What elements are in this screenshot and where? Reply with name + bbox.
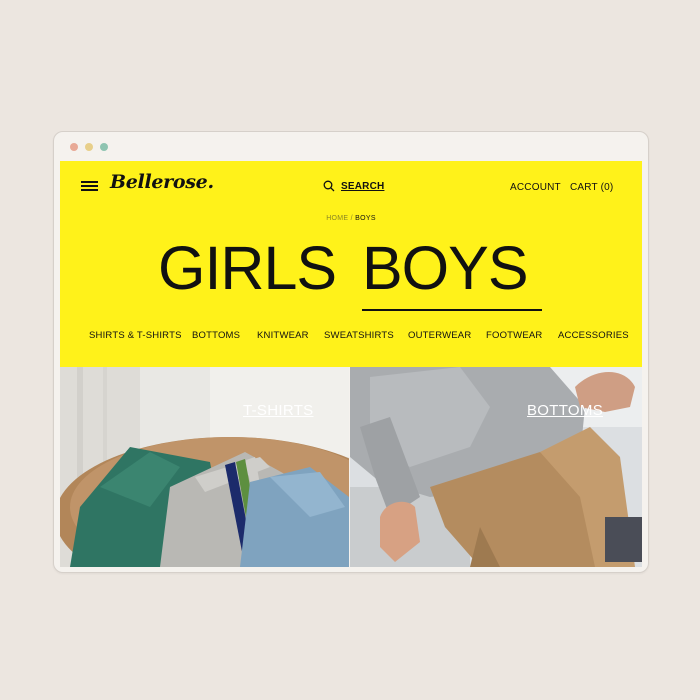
breadcrumb: HOME / BOYS — [60, 215, 642, 222]
menu-icon[interactable] — [81, 181, 98, 191]
tile-tshirts-label[interactable]: T-SHIRTS — [243, 402, 313, 419]
tab-girls[interactable]: GIRLS — [158, 233, 337, 303]
maximize-dot[interactable] — [100, 143, 108, 151]
breadcrumb-current: BOYS — [355, 215, 376, 222]
tshirts-photo — [60, 367, 349, 567]
breadcrumb-home[interactable]: HOME — [326, 215, 348, 222]
category-sweatshirts[interactable]: SWEATSHIRTS — [324, 330, 394, 341]
active-tab-underline — [362, 309, 542, 311]
category-accessories[interactable]: ACCESSORIES — [558, 330, 629, 341]
tile-tshirts[interactable]: T-SHIRTS — [60, 367, 349, 567]
brand-logo[interactable]: Bellerose. — [110, 171, 214, 193]
search-icon — [323, 180, 335, 192]
category-bottoms[interactable]: BOTTOMS — [192, 330, 240, 341]
category-outerwear[interactable]: OUTERWEAR — [408, 330, 471, 341]
account-link[interactable]: ACCOUNT — [510, 182, 561, 193]
close-dot[interactable] — [70, 143, 78, 151]
category-footwear[interactable]: FOOTWEAR — [486, 330, 543, 341]
browser-chrome — [54, 132, 648, 161]
minimize-dot[interactable] — [85, 143, 93, 151]
category-knitwear[interactable]: KNITWEAR — [257, 330, 309, 341]
tile-bottoms[interactable]: BOTTOMS — [350, 367, 642, 567]
website: Bellerose. SEARCH ACCOUNT CART (0) HOME … — [60, 161, 642, 567]
search-link[interactable]: SEARCH — [323, 180, 384, 192]
search-label: SEARCH — [341, 180, 385, 192]
hero-header: Bellerose. SEARCH ACCOUNT CART (0) HOME … — [60, 161, 642, 367]
bottoms-photo — [350, 367, 642, 567]
cart-link[interactable]: CART (0) — [570, 182, 613, 193]
browser-window: Bellerose. SEARCH ACCOUNT CART (0) HOME … — [53, 131, 649, 573]
category-shirts-tshirts[interactable]: SHIRTS & T-SHIRTS — [89, 330, 182, 341]
breadcrumb-separator: / — [350, 215, 353, 222]
tile-bottoms-label[interactable]: BOTTOMS — [527, 402, 603, 419]
tab-boys[interactable]: BOYS — [362, 233, 529, 303]
